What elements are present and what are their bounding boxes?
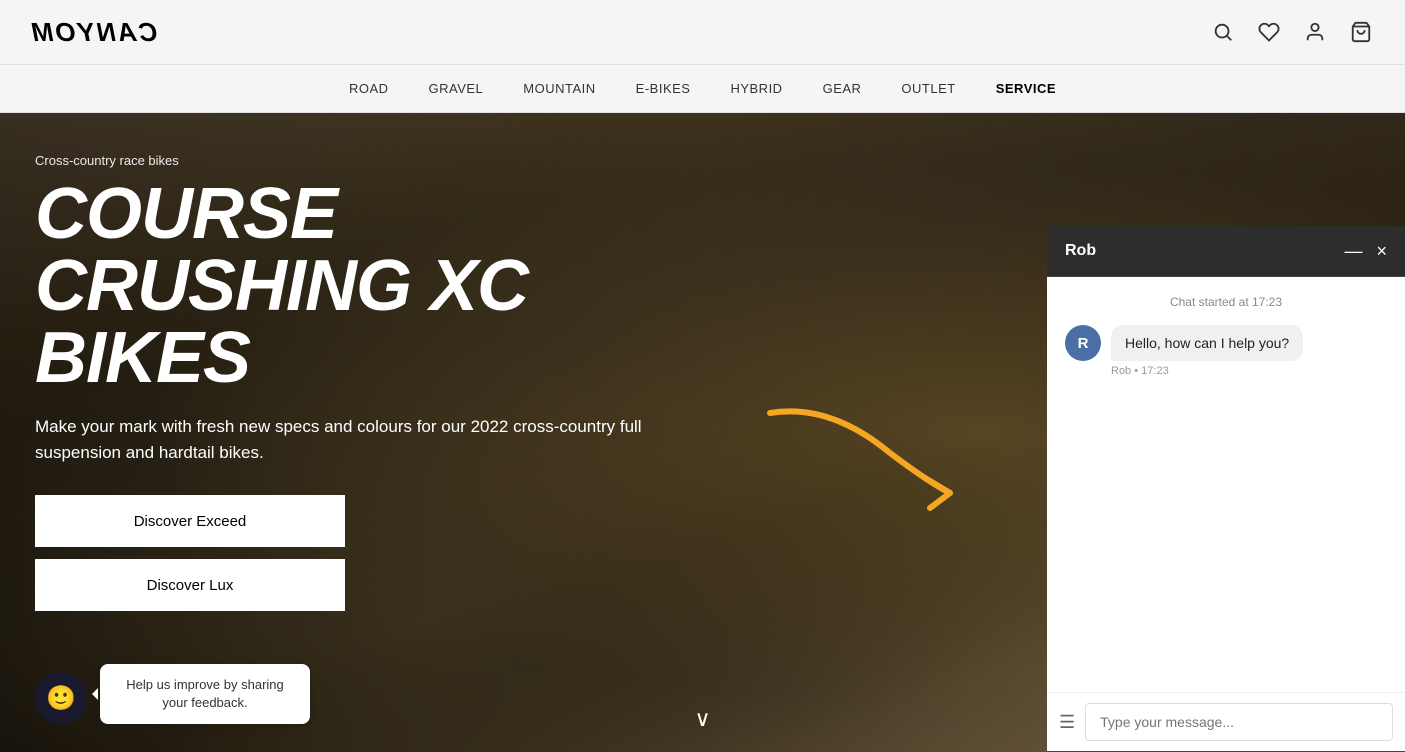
- chat-message-row: R Hello, how can I help you? Rob • 17:23: [1065, 325, 1387, 377]
- chat-header-controls: — ×: [1344, 242, 1387, 260]
- nav-item-mountain[interactable]: MOUNTAIN: [523, 81, 595, 96]
- chat-agent-name: Rob: [1065, 242, 1096, 260]
- hero-description: Make your mark with fresh new specs and …: [35, 414, 655, 465]
- close-button[interactable]: ×: [1376, 242, 1387, 260]
- logo: CANYOM: [30, 17, 158, 48]
- hero-subtitle: Cross-country race bikes: [35, 153, 715, 168]
- hero-section: Cross-country race bikes COURSE CRUSHING…: [0, 113, 1405, 752]
- chat-input-area: ☰: [1047, 692, 1405, 751]
- chat-meta: Rob • 17:23: [1111, 365, 1303, 377]
- nav-item-outlet[interactable]: OUTLET: [901, 81, 955, 96]
- hero-title: COURSE CRUSHING XC BIKES: [35, 178, 715, 394]
- header: CANYOM: [0, 0, 1405, 65]
- hero-content: Cross-country race bikes COURSE CRUSHING…: [35, 153, 715, 611]
- nav-item-gear[interactable]: GEAR: [823, 81, 862, 96]
- chat-started-text: Chat started at 17:23: [1065, 295, 1387, 309]
- avatar: R: [1065, 325, 1101, 361]
- scroll-indicator[interactable]: ∨: [694, 706, 710, 732]
- feedback-text: Help us improve by sharing your feedback…: [126, 677, 284, 710]
- chat-header: Rob — ×: [1047, 226, 1405, 277]
- wishlist-icon[interactable]: [1255, 18, 1283, 46]
- chat-bubble-wrap: Hello, how can I help you? Rob • 17:23: [1111, 325, 1303, 377]
- chat-time: 17:23: [1141, 365, 1169, 377]
- discover-lux-button[interactable]: Discover Lux: [35, 559, 345, 611]
- user-icon[interactable]: [1301, 18, 1329, 46]
- chat-sender: Rob: [1111, 365, 1131, 377]
- chat-menu-icon[interactable]: ☰: [1059, 712, 1075, 733]
- main-nav: ROAD GRAVEL MOUNTAIN E-BIKES HYBRID GEAR…: [0, 65, 1405, 113]
- chat-body: Chat started at 17:23 R Hello, how can I…: [1047, 277, 1405, 692]
- nav-item-gravel[interactable]: GRAVEL: [429, 81, 484, 96]
- nav-item-hybrid[interactable]: HYBRID: [730, 81, 782, 96]
- discover-exceed-button[interactable]: Discover Exceed: [35, 495, 345, 547]
- header-icons: [1209, 18, 1375, 46]
- search-icon[interactable]: [1209, 18, 1237, 46]
- chat-panel: Rob — × Chat started at 17:23 R Hello, h…: [1047, 226, 1405, 752]
- arrow-decoration: [750, 393, 970, 513]
- smiley-icon: 🙂: [46, 684, 76, 713]
- nav-item-service[interactable]: SERVICE: [996, 81, 1056, 96]
- feedback-button[interactable]: 🙂: [35, 672, 87, 724]
- minimize-button[interactable]: —: [1344, 242, 1362, 260]
- cart-icon[interactable]: [1347, 18, 1375, 46]
- chat-bubble: Hello, how can I help you?: [1111, 325, 1303, 361]
- feedback-bubble: Help us improve by sharing your feedback…: [100, 664, 310, 724]
- chat-message-input[interactable]: [1085, 703, 1393, 741]
- nav-item-ebikes[interactable]: E-BIKES: [636, 81, 691, 96]
- hero-buttons: Discover Exceed Discover Lux: [35, 495, 715, 611]
- nav-item-road[interactable]: ROAD: [349, 81, 389, 96]
